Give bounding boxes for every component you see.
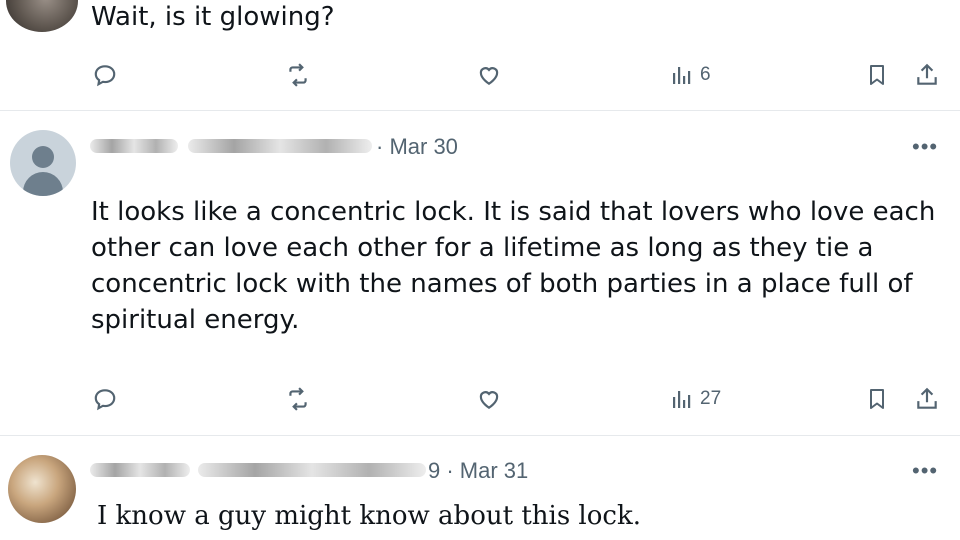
repost-button[interactable] [285,62,311,88]
divider [0,110,960,111]
tweet-text: Wait, is it glowing? [91,2,335,32]
repost-icon [289,63,307,87]
more-options-button[interactable]: ••• [912,134,938,160]
reply-icon [94,389,116,411]
bookmark-button[interactable] [865,386,889,412]
tweet-date[interactable]: · Mar 30 [376,134,458,160]
avatar[interactable] [6,0,78,32]
tweet-text: It looks like a concentric lock. It is s… [91,197,936,335]
repost-icon [289,387,307,411]
avatar[interactable] [8,455,76,523]
like-icon [479,67,499,85]
share-button[interactable] [914,62,940,88]
reply-icon [94,65,116,87]
share-button[interactable] [914,386,940,412]
views-icon [673,67,691,84]
bookmark-button[interactable] [865,62,889,88]
blurred-handle[interactable] [198,463,426,477]
tweet-text: I know a guy might know about this lock. [97,501,641,531]
views-count: 27 [700,388,722,409]
tweet-date[interactable]: 9 · Mar 31 [428,458,528,484]
share-icon [917,63,937,85]
default-avatar-icon[interactable] [10,130,76,196]
views-count: 6 [700,64,711,85]
like-button[interactable] [476,62,502,88]
bookmark-icon [870,65,884,85]
reply-button[interactable] [92,62,118,88]
blurred-display-name[interactable] [90,463,190,477]
bookmark-icon [870,389,884,409]
views-icon [673,391,691,408]
like-icon [479,391,499,409]
views-button[interactable]: 27 [670,386,721,412]
share-icon [917,387,937,409]
reply-button[interactable] [92,386,118,412]
like-button[interactable] [476,386,502,412]
blurred-handle[interactable] [188,139,372,153]
blurred-display-name[interactable] [90,139,178,153]
more-options-button[interactable]: ••• [912,458,938,484]
repost-button[interactable] [285,386,311,412]
views-button[interactable]: 6 [670,62,711,88]
divider [0,435,960,436]
